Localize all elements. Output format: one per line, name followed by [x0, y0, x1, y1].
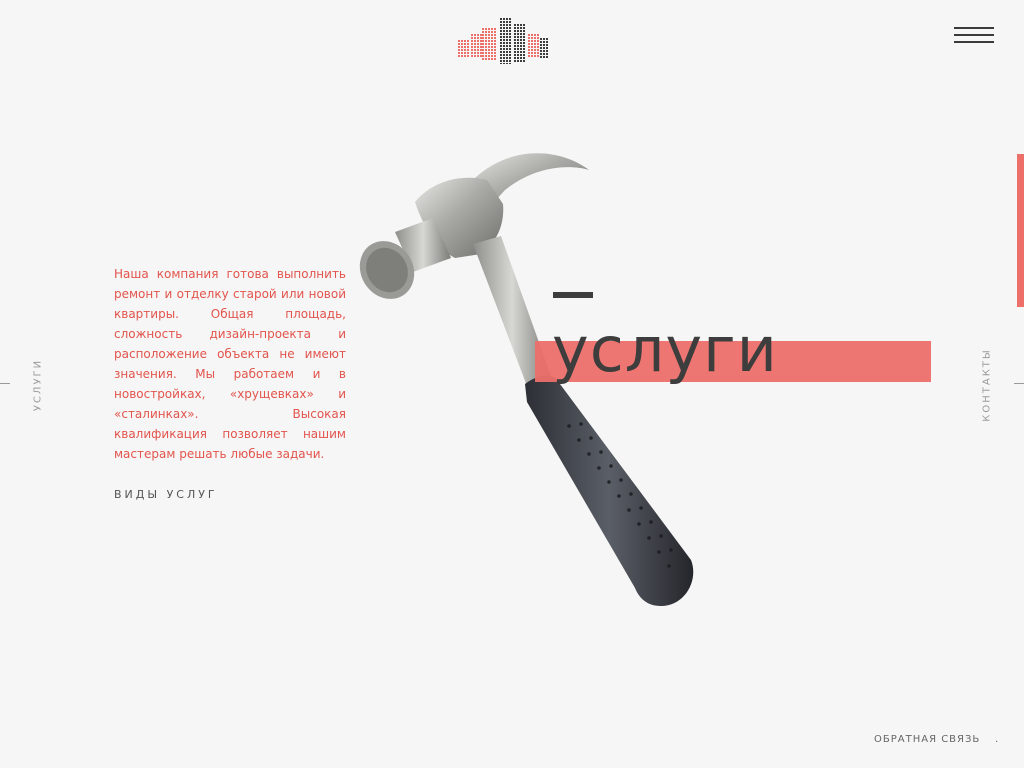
services-description: Наша компания готова выполнить ремонт и …	[114, 267, 346, 461]
service-types-link[interactable]: Виды услуг	[114, 488, 218, 501]
buildings-logo-icon[interactable]	[456, 16, 550, 64]
menu-line	[954, 27, 994, 29]
side-link-contacts[interactable]: Контакты	[982, 348, 993, 421]
side-divider-left	[0, 383, 10, 384]
hamburger-menu-icon[interactable]	[952, 24, 996, 48]
menu-line	[954, 34, 994, 36]
feedback-link[interactable]: Обратная связь	[874, 734, 980, 745]
footer-dot: .	[995, 734, 999, 745]
menu-line	[954, 41, 994, 43]
side-label-services: Услуги	[32, 358, 44, 412]
side-divider-right	[1014, 383, 1024, 384]
title-dash	[553, 292, 593, 298]
scroll-indicator[interactable]	[1017, 154, 1024, 307]
page-title: услуги	[552, 313, 778, 386]
